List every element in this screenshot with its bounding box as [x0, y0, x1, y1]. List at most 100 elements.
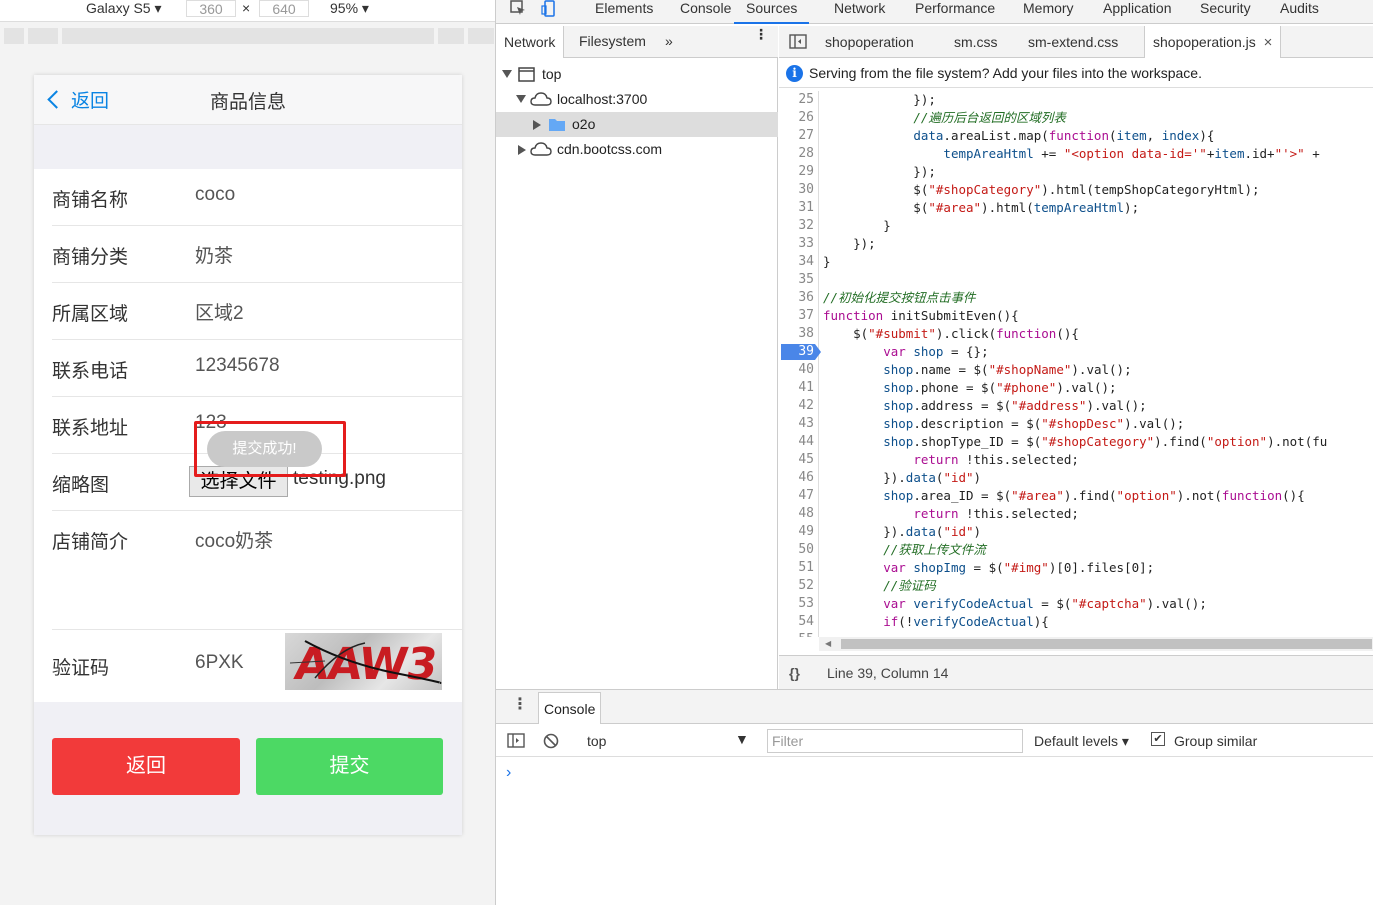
context-select[interactable]: top	[587, 733, 606, 749]
sidebar-toggle-icon[interactable]	[507, 733, 525, 749]
device-toolbar: Galaxy S5 ▾ 360 × 640 95% ▾	[0, 0, 495, 22]
tree-item-o2o[interactable]: o2o	[496, 112, 778, 137]
code-line: shop.name = $("#shopName").val();	[883, 362, 1132, 377]
code-line: shop.shopType_ID = $("#shopCategory").fi…	[883, 434, 1328, 449]
context-dropdown-icon[interactable]: ▼	[735, 731, 749, 747]
phone-input[interactable]: 12345678	[195, 355, 280, 377]
shop-desc-textarea[interactable]: coco奶茶	[195, 526, 273, 553]
captcha-image[interactable]: AAW3	[285, 633, 442, 690]
shop-category-select[interactable]: 奶茶	[195, 241, 233, 268]
line-number[interactable]: 41	[779, 379, 814, 397]
tree-item-top[interactable]: top	[496, 62, 778, 87]
file-tab-shopoperation-js[interactable]: shopoperation.js ×	[1144, 26, 1282, 58]
line-number[interactable]: 49	[779, 523, 814, 541]
tab-performance[interactable]: Performance	[915, 0, 995, 24]
line-number[interactable]: 29	[779, 163, 814, 181]
kebab-menu-icon[interactable]: ⋮	[754, 27, 768, 41]
device-toolbar-icon[interactable]	[541, 0, 557, 17]
back-button[interactable]: 返回	[52, 738, 240, 795]
line-number[interactable]: 30	[779, 181, 814, 199]
code-line: $("#shopCategory").html(tempShopCategory…	[823, 182, 1260, 197]
line-number[interactable]: 28	[779, 145, 814, 163]
drawer-tab-console[interactable]: Console	[538, 692, 602, 724]
tab-audits[interactable]: Audits	[1280, 0, 1319, 24]
line-number[interactable]: 32	[779, 217, 814, 235]
line-number[interactable]: 52	[779, 577, 814, 595]
line-number[interactable]: 39	[779, 343, 814, 361]
nav-tab-network[interactable]: Network	[496, 26, 565, 58]
line-number[interactable]: 43	[779, 415, 814, 433]
tree-item-bootcss[interactable]: cdn.bootcss.com	[496, 137, 778, 162]
tab-elements[interactable]: Elements	[595, 0, 653, 24]
more-tabs-icon[interactable]: »	[665, 33, 673, 49]
shop-name-row: 商铺名称 coco	[52, 169, 462, 226]
line-number[interactable]: 55	[779, 631, 814, 637]
cloud-icon	[530, 92, 552, 106]
line-number[interactable]: 25	[779, 91, 814, 109]
line-number[interactable]: 37	[779, 307, 814, 325]
console-filter-input[interactable]: Filter	[767, 729, 1023, 753]
line-number[interactable]: 53	[779, 595, 814, 613]
line-gutter[interactable]: 25 26 27 28 29 30 31 32 33 34 35 36 37 38 39 40 41 42 43 44…	[779, 91, 821, 637]
line-number[interactable]: 54	[779, 613, 814, 631]
tree-item-localhost[interactable]: localhost:3700	[496, 87, 778, 112]
line-number[interactable]: 47	[779, 487, 814, 505]
clear-console-icon[interactable]	[543, 733, 559, 749]
file-tab-sm-css[interactable]: sm.css	[954, 26, 998, 58]
line-number[interactable]: 36	[779, 289, 814, 307]
zoom-value: 95%	[330, 0, 359, 16]
console-prompt[interactable]: ›	[506, 764, 511, 782]
inspect-element-icon[interactable]	[510, 0, 526, 16]
log-levels-select[interactable]: Default levels ▾	[1034, 733, 1129, 750]
line-number[interactable]: 51	[779, 559, 814, 577]
code-line: shop.description = $("#shopDesc").val();	[883, 416, 1185, 431]
group-similar-checkbox[interactable]: ✔	[1151, 732, 1165, 746]
line-number[interactable]: 50	[779, 541, 814, 559]
line-number[interactable]: 45	[779, 451, 814, 469]
tab-application[interactable]: Application	[1103, 0, 1172, 24]
line-number[interactable]: 38	[779, 325, 814, 343]
line-number[interactable]: 44	[779, 433, 814, 451]
tab-security[interactable]: Security	[1200, 0, 1251, 24]
folder-icon	[549, 119, 565, 131]
zoom-select[interactable]: 95% ▾	[330, 0, 369, 17]
drawer-menu-icon[interactable]: ⋮	[512, 694, 528, 714]
code-view[interactable]: 25 26 27 28 29 30 31 32 33 34 35 36 37 38 39 40 41 42 43 44…	[779, 91, 1373, 637]
line-number[interactable]: 34	[779, 253, 814, 271]
captcha-input[interactable]: 6PXK	[195, 652, 244, 674]
devtools-tabbar: Elements Console Sources Network Perform…	[496, 0, 1373, 24]
pretty-print-icon[interactable]: {}	[789, 656, 800, 690]
tab-sources[interactable]: Sources	[734, 0, 810, 24]
submit-button[interactable]: 提交	[256, 738, 443, 795]
line-number[interactable]: 42	[779, 397, 814, 415]
line-number[interactable]: 40	[779, 361, 814, 379]
tab-network[interactable]: Network	[834, 0, 885, 24]
line-number[interactable]: 35	[779, 271, 814, 289]
file-tabs: shopoperation sm.css sm-extend.css shopo…	[779, 26, 1373, 58]
line-number[interactable]: 33	[779, 235, 814, 253]
scrollbar-thumb[interactable]	[841, 639, 1372, 649]
device-select[interactable]: Galaxy S5 ▾	[86, 0, 162, 17]
line-number[interactable]: 46	[779, 469, 814, 487]
shop-name-input[interactable]: coco	[195, 184, 235, 206]
height-input[interactable]: 640	[259, 0, 309, 17]
area-select[interactable]: 区域2	[195, 298, 244, 325]
close-tab-icon[interactable]: ×	[1264, 34, 1273, 51]
width-input[interactable]: 360	[186, 0, 236, 17]
line-number[interactable]: 27	[779, 127, 814, 145]
tab-memory[interactable]: Memory	[1023, 0, 1074, 24]
horizontal-scrollbar[interactable]: ◀	[819, 637, 1373, 651]
toggle-navigator-icon[interactable]	[789, 26, 807, 58]
tab-console[interactable]: Console	[680, 0, 731, 24]
line-number[interactable]: 26	[779, 109, 814, 127]
line-number[interactable]: 31	[779, 199, 814, 217]
nav-tab-filesystem[interactable]: Filesystem	[579, 33, 646, 49]
media-query-ruler	[4, 28, 494, 44]
file-tab-sm-extend-css[interactable]: sm-extend.css	[1028, 26, 1118, 58]
file-tab-shopoperation[interactable]: shopoperation	[825, 26, 914, 58]
scroll-left-icon[interactable]: ◀	[825, 639, 831, 648]
code-line: var verifyCodeActual = $("#captcha").val…	[883, 596, 1207, 611]
line-number[interactable]: 48	[779, 505, 814, 523]
cloud-icon	[530, 142, 552, 156]
console-toolbar: top ▼ Filter Default levels ▾ ✔ Group si…	[496, 725, 1373, 757]
